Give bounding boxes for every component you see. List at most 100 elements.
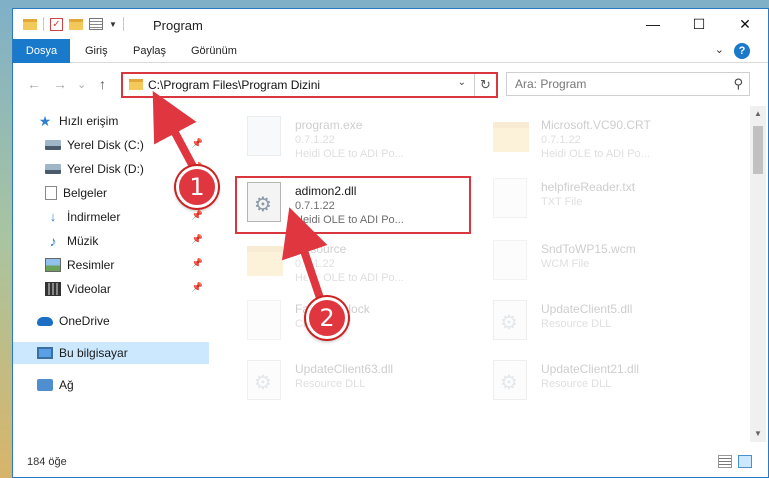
sidebar-item-quick-access[interactable]: ★ Hızlı erişim bbox=[13, 110, 209, 132]
file-description: Heidi OLE to ADI Po... bbox=[541, 148, 650, 160]
status-bar: 184 öğe bbox=[13, 447, 768, 477]
navigation-pane: ★ Hızlı erişim Yerel Disk (C:) 📌 Yerel D… bbox=[13, 106, 209, 446]
up-button[interactable]: ↑ bbox=[99, 76, 106, 92]
disk-icon bbox=[45, 140, 61, 150]
item-count: 184 öğe bbox=[27, 456, 67, 468]
tab-view[interactable]: Görünüm bbox=[181, 39, 247, 63]
minimize-button[interactable]: — bbox=[630, 9, 676, 39]
tab-share[interactable]: Paylaş bbox=[123, 39, 176, 63]
navigation-bar: ← → ⌄ ↑ C:\Program Files\Program Dizini … bbox=[13, 64, 768, 104]
sidebar-item-pictures[interactable]: Resimler 📌 bbox=[13, 254, 209, 276]
folder-icon bbox=[247, 246, 283, 276]
forward-button[interactable]: → bbox=[53, 76, 67, 92]
file-name: SndToWP15.wcm bbox=[541, 242, 636, 256]
address-path[interactable]: C:\Program Files\Program Dizini bbox=[148, 78, 320, 92]
folder-icon bbox=[493, 122, 529, 152]
disk-icon bbox=[45, 164, 61, 174]
sidebar-item-label: Belgeler bbox=[63, 186, 108, 200]
star-icon: ★ bbox=[38, 113, 52, 129]
properties-icon[interactable] bbox=[89, 18, 103, 30]
file-tile-adimon2-dll[interactable]: adimon2.dll 0.7.1.22 Heidi OLE to ADI Po… bbox=[235, 176, 471, 234]
file-icon bbox=[247, 300, 281, 340]
network-icon bbox=[37, 379, 53, 391]
customize-dropdown-icon[interactable]: ▼ bbox=[109, 20, 117, 29]
sidebar-item-local-disk-c[interactable]: Yerel Disk (C:) 📌 bbox=[13, 134, 209, 156]
dll-file-icon bbox=[493, 360, 527, 400]
pin-icon[interactable]: 📌 bbox=[192, 258, 203, 269]
sidebar-item-network[interactable]: Ağ bbox=[13, 374, 209, 396]
file-tile-updateclient5-dll[interactable]: UpdateClient5.dll Resource DLL bbox=[483, 296, 723, 350]
text-file-icon bbox=[493, 178, 527, 218]
download-icon: ↓ bbox=[49, 209, 57, 224]
search-input[interactable]: Ara: Program ⚲ bbox=[506, 72, 750, 96]
back-button[interactable]: ← bbox=[27, 76, 41, 92]
file-list: program.exe 0.7.1.22 Heidi OLE to ADI Po… bbox=[225, 106, 745, 442]
file-tile-sndtowp15-wcm[interactable]: SndToWP15.wcm WCM File bbox=[483, 236, 723, 290]
file-tile-updateclient63-dll[interactable]: UpdateClient63.dll Resource DLL bbox=[237, 356, 477, 410]
file-icon bbox=[493, 240, 527, 280]
file-tile-program-exe[interactable]: program.exe 0.7.1.22 Heidi OLE to ADI Po… bbox=[237, 112, 477, 166]
help-icon[interactable]: ? bbox=[734, 43, 750, 59]
sidebar-item-music[interactable]: ♪ Müzik 📌 bbox=[13, 230, 209, 252]
step-2-badge: 2 bbox=[306, 297, 348, 339]
vertical-scrollbar[interactable]: ▲ ▼ bbox=[750, 106, 766, 442]
pin-icon[interactable]: 📌 bbox=[192, 210, 203, 221]
file-tile-microsoft-vc90-crt[interactable]: Microsoft.VC90.CRT 0.7.1.22 Heidi OLE to… bbox=[483, 112, 723, 166]
explorer-window: ✓ ▼ Program — ☐ ✕ Dosya Giriş Paylaş Gör… bbox=[12, 8, 769, 478]
details-view-icon[interactable] bbox=[718, 455, 732, 468]
file-description: Heidi OLE to ADI Po... bbox=[295, 214, 404, 226]
sidebar-item-label: OneDrive bbox=[59, 314, 110, 328]
scroll-thumb[interactable] bbox=[753, 126, 763, 174]
maximize-button[interactable]: ☐ bbox=[676, 9, 722, 39]
file-tile-resource[interactable]: Resource 0.7.1.22 Heidi OLE to ADI Po... bbox=[237, 236, 477, 290]
large-icons-view-icon[interactable] bbox=[738, 455, 752, 468]
pin-icon[interactable]: 📌 bbox=[192, 234, 203, 245]
address-dropdown-icon[interactable]: ⌄ bbox=[458, 77, 466, 88]
search-icon[interactable]: ⚲ bbox=[733, 76, 743, 92]
sidebar-item-videos[interactable]: Videolar 📌 bbox=[13, 278, 209, 300]
exe-file-icon bbox=[247, 116, 281, 156]
address-bar[interactable]: C:\Program Files\Program Dizini ⌄ ↻ bbox=[121, 72, 498, 98]
file-name: UpdateClient5.dll bbox=[541, 302, 633, 316]
sidebar-item-this-pc[interactable]: Bu bilgisayar bbox=[13, 342, 209, 364]
cloud-icon bbox=[37, 316, 53, 326]
file-version: 0.7.1.22 bbox=[295, 258, 335, 270]
folder-icon bbox=[23, 18, 37, 30]
dll-file-icon bbox=[247, 182, 281, 222]
file-name: adimon2.dll bbox=[295, 184, 357, 198]
close-button[interactable]: ✕ bbox=[722, 9, 768, 39]
music-icon: ♪ bbox=[49, 233, 57, 249]
file-type: TXT File bbox=[541, 196, 583, 208]
scroll-up-icon[interactable]: ▲ bbox=[750, 106, 766, 122]
tab-home[interactable]: Giriş bbox=[75, 39, 118, 63]
refresh-button[interactable]: ↻ bbox=[474, 74, 496, 96]
ribbon-expand-icon[interactable]: ⌄ bbox=[715, 43, 724, 56]
dll-file-icon bbox=[493, 300, 527, 340]
properties-check-icon[interactable]: ✓ bbox=[50, 17, 63, 31]
window-title: Program bbox=[153, 18, 203, 33]
sidebar-item-label: Yerel Disk (D:) bbox=[67, 162, 144, 176]
file-tile-fastpack-lock[interactable]: FastPack.lock CR bbox=[237, 296, 477, 350]
file-type: WCM File bbox=[541, 258, 590, 270]
file-tile-updateclient21-dll[interactable]: UpdateClient21.dll Resource DLL bbox=[483, 356, 723, 410]
file-tile-helpfirereader-txt[interactable]: helpfireReader.txt TXT File bbox=[483, 174, 723, 228]
file-name: UpdateClient63.dll bbox=[295, 362, 394, 376]
pin-icon[interactable]: 📌 bbox=[192, 138, 203, 149]
title-bar: ✓ ▼ Program — ☐ ✕ bbox=[13, 9, 768, 39]
sidebar-item-onedrive[interactable]: OneDrive bbox=[13, 310, 209, 332]
new-folder-icon[interactable] bbox=[69, 18, 83, 30]
file-name: Resource bbox=[295, 242, 347, 256]
ribbon: Dosya Giriş Paylaş Görünüm ⌄ ? bbox=[13, 39, 768, 63]
file-description: Heidi OLE to ADI Po... bbox=[295, 272, 404, 284]
recent-locations-dropdown[interactable]: ⌄ bbox=[77, 78, 86, 91]
file-type: Resource DLL bbox=[541, 318, 612, 330]
pin-icon[interactable]: 📌 bbox=[192, 282, 203, 293]
file-name: UpdateClient21.dll bbox=[541, 362, 640, 376]
file-type: Resource DLL bbox=[295, 378, 366, 390]
step-1-badge: 1 bbox=[176, 166, 218, 208]
file-version: 0.7.1.22 bbox=[295, 134, 335, 146]
scroll-down-icon[interactable]: ▼ bbox=[750, 426, 766, 442]
tab-file[interactable]: Dosya bbox=[13, 39, 70, 63]
sidebar-item-label: Müzik bbox=[67, 234, 99, 248]
sidebar-item-downloads[interactable]: ↓ İndirmeler 📌 bbox=[13, 206, 209, 228]
